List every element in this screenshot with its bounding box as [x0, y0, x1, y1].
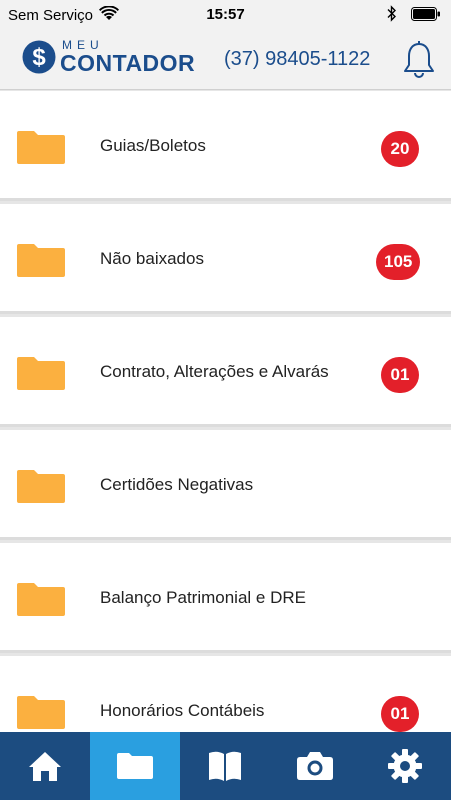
app-header: $ MEU CONTADOR (37) 98405-1122 [0, 30, 451, 90]
folder-row[interactable]: Balanço Patrimonial e DRE [0, 543, 451, 653]
tab-folders[interactable] [90, 732, 180, 800]
gear-icon [387, 748, 423, 784]
folder-row[interactable]: Honorários Contábeis 01 [0, 656, 451, 732]
status-time: 15:57 [206, 6, 245, 23]
folder-list: Guias/Boletos 20 Não baixados 105 Contra… [0, 91, 451, 732]
svg-text:$: $ [32, 44, 46, 71]
folder-icon [16, 242, 66, 278]
dollar-coin-icon: $ [22, 40, 56, 74]
folder-label: Guias/Boletos [100, 136, 206, 155]
folder-label: Honorários Contábeis [100, 701, 265, 720]
logo-text-large: CONTADOR [60, 50, 196, 76]
tab-home[interactable] [0, 732, 90, 800]
count-badge: 105 [376, 244, 421, 280]
camera-icon [296, 751, 334, 781]
folder-label: Contrato, Alterações e Alvarás [100, 362, 329, 381]
folder-row[interactable]: Não baixados 105 [0, 204, 451, 314]
folder-icon [16, 694, 66, 730]
folder-icon [16, 581, 66, 617]
home-icon [28, 750, 62, 782]
folder-icon [16, 129, 66, 165]
folder-row[interactable]: Contrato, Alterações e Alvarás 01 [0, 317, 451, 427]
tab-library[interactable] [180, 732, 270, 800]
folder-row[interactable]: Certidões Negativas [0, 430, 451, 540]
count-badge: 20 [381, 131, 419, 167]
battery-icon [411, 6, 441, 25]
folder-label: Certidões Negativas [100, 475, 254, 494]
contact-phone[interactable]: (37) 98405-1122 [224, 48, 370, 71]
notification-bell-icon[interactable] [402, 40, 436, 80]
folder-icon [16, 355, 66, 391]
tab-camera[interactable] [270, 732, 360, 800]
folder-row[interactable]: Guias/Boletos 20 [0, 91, 451, 201]
folder-label: Balanço Patrimonial e DRE [100, 588, 306, 607]
bottom-tab-bar [0, 732, 451, 800]
count-badge: 01 [381, 357, 419, 393]
book-icon [207, 750, 243, 782]
folder-label: Não baixados [100, 249, 204, 268]
count-badge: 01 [381, 696, 419, 732]
tab-settings[interactable] [360, 732, 450, 800]
folder-icon [116, 752, 154, 780]
status-right [387, 5, 441, 26]
bluetooth-icon [387, 5, 397, 26]
app-logo: $ MEU CONTADOR [22, 38, 197, 78]
status-bar: Sem Serviço 15:57 [0, 0, 451, 30]
folder-icon [16, 468, 66, 504]
